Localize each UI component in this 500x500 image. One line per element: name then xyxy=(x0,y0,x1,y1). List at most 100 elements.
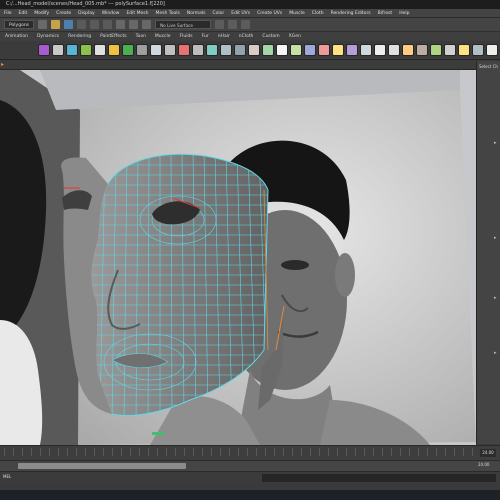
shelf-tab-custom[interactable]: Custom xyxy=(262,34,279,39)
menu-help[interactable]: Help xyxy=(399,11,409,16)
menu-edit[interactable]: Edit xyxy=(19,11,28,16)
channel-expand-icon[interactable]: ▸ xyxy=(494,296,498,301)
menu-color[interactable]: Color xyxy=(212,11,224,16)
range-end-field[interactable]: 24.00 xyxy=(478,462,489,467)
new-scene-icon[interactable] xyxy=(38,20,48,29)
shelf-tool-icon[interactable] xyxy=(108,44,120,56)
shelf-tab-nhair[interactable]: nHair xyxy=(218,34,230,39)
live-surface-field[interactable]: No Live Surface xyxy=(155,20,212,29)
shelf-tool-icon[interactable] xyxy=(276,44,288,56)
shelf-tool-icon[interactable] xyxy=(416,44,428,56)
shelf-tool-icon[interactable] xyxy=(374,44,386,56)
current-frame-field[interactable]: 24.00 xyxy=(480,449,496,457)
shelf-tab-ncloth[interactable]: nCloth xyxy=(239,34,254,39)
shelf-tool-icon[interactable] xyxy=(80,44,92,56)
command-line: MEL xyxy=(0,471,500,483)
menu-edit-mesh[interactable]: Edit Mesh xyxy=(126,11,148,16)
shelf-tool-icon[interactable] xyxy=(122,44,134,56)
panel-menu-icon[interactable]: ▸ xyxy=(1,62,7,68)
menu-bifrost[interactable]: Bifrost xyxy=(378,11,393,16)
menu-create-uvs[interactable]: Create UVs xyxy=(257,11,282,16)
select-by-component-icon[interactable] xyxy=(103,20,113,29)
shelf-tool-icon[interactable] xyxy=(66,44,78,56)
render-settings-icon[interactable] xyxy=(241,20,251,29)
shelf-tool-icon[interactable] xyxy=(192,44,204,56)
shelf-tool-icon[interactable] xyxy=(444,44,456,56)
menu-rendering-editors[interactable]: Rendering Editors xyxy=(331,11,371,16)
channel-expand-icon[interactable]: ▸ xyxy=(494,351,498,356)
shelf-tool-icon[interactable] xyxy=(290,44,302,56)
shelf-tool-icon[interactable] xyxy=(234,44,246,56)
shelf-tool-icon[interactable] xyxy=(38,44,50,56)
shelf-tool-icon[interactable] xyxy=(472,44,484,56)
shelf-tab-xgen[interactable]: XGen xyxy=(289,34,301,39)
select-by-object-icon[interactable] xyxy=(90,20,100,29)
shelf-tool-icon[interactable] xyxy=(458,44,470,56)
channel-expand-icon[interactable]: ▸ xyxy=(494,141,498,146)
shelf-tab-animation[interactable]: Animation xyxy=(5,34,28,39)
shelf-tool-icon[interactable] xyxy=(360,44,372,56)
menu-normals[interactable]: Normals xyxy=(187,11,206,16)
shelf-tool-icon[interactable] xyxy=(206,44,218,56)
shelf-tool-icon[interactable] xyxy=(262,44,274,56)
shelf-tab-muscle[interactable]: Muscle xyxy=(155,34,171,39)
menu-mesh-tools[interactable]: Mesh Tools xyxy=(155,11,179,16)
shelf-tab-fluids[interactable]: Fluids xyxy=(180,34,193,39)
shelf-icon-row xyxy=(0,41,500,60)
range-slider[interactable]: 24.00 xyxy=(0,460,500,471)
shelf-tool-icon[interactable] xyxy=(346,44,358,56)
command-result-field xyxy=(262,474,496,482)
shelf-tool-icon[interactable] xyxy=(94,44,106,56)
shelf-tool-icon[interactable] xyxy=(318,44,330,56)
shelf-tool-icon[interactable] xyxy=(248,44,260,56)
shelf-tool-icon[interactable] xyxy=(150,44,162,56)
menu-cloth[interactable]: Cloth xyxy=(312,11,324,16)
shelf-tool-icon[interactable] xyxy=(164,44,176,56)
channel-box: Select Ch ▸ ▸ ▸ ▸ xyxy=(476,61,500,444)
shelf-tab-rendering[interactable]: Rendering xyxy=(68,34,91,39)
open-scene-icon[interactable] xyxy=(51,20,61,29)
snap-to-point-icon[interactable] xyxy=(142,20,152,29)
save-scene-icon[interactable] xyxy=(64,20,74,29)
menu-modify[interactable]: Modify xyxy=(34,11,49,16)
window-title: C:/...Head_model/scenes/Head_005.mb* ---… xyxy=(6,1,165,7)
menu-window[interactable]: Window xyxy=(102,11,120,16)
menu-display[interactable]: Display xyxy=(78,11,95,16)
viewport-scene xyxy=(0,70,476,445)
window-title-bar: C:/...Head_model/scenes/Head_005.mb* ---… xyxy=(0,0,500,9)
menu-muscle[interactable]: Muscle xyxy=(289,11,305,16)
menu-create[interactable]: Create xyxy=(56,11,71,16)
shelf-tool-icon[interactable] xyxy=(304,44,316,56)
os-taskbar xyxy=(0,490,500,500)
shelf-tool-icon[interactable] xyxy=(332,44,344,56)
ipr-render-icon[interactable] xyxy=(228,20,238,29)
menu-edit-uvs[interactable]: Edit UVs xyxy=(231,11,250,16)
channel-box-title: Select Ch xyxy=(479,64,498,69)
menu-file[interactable]: File xyxy=(4,11,12,16)
shelf-tool-icon[interactable] xyxy=(220,44,232,56)
shelf-tool-icon[interactable] xyxy=(402,44,414,56)
shelf-tool-icon[interactable] xyxy=(178,44,190,56)
shelf-tab-painteffects[interactable]: PaintEffects xyxy=(100,34,126,39)
select-by-hierarchy-icon[interactable] xyxy=(77,20,87,29)
viewport-panel-bar: ▸ xyxy=(0,61,476,70)
main-menu-bar: File Edit Modify Create Display Window E… xyxy=(0,9,500,18)
range-slider-handle[interactable] xyxy=(18,463,186,469)
shelf-tab-bar: Animation Dynamics Rendering PaintEffect… xyxy=(0,32,500,41)
menu-set-dropdown[interactable]: Polygons xyxy=(4,20,35,29)
shelf-tool-icon[interactable] xyxy=(136,44,148,56)
snap-to-curve-icon[interactable] xyxy=(129,20,139,29)
shelf-tool-icon[interactable] xyxy=(388,44,400,56)
shelf-tool-icon[interactable] xyxy=(486,44,498,56)
snap-to-grid-icon[interactable] xyxy=(116,20,126,29)
render-current-frame-icon[interactable] xyxy=(215,20,225,29)
shelf-tool-icon[interactable] xyxy=(430,44,442,56)
shelf-tab-fur[interactable]: Fur xyxy=(202,34,209,39)
channel-expand-icon[interactable]: ▸ xyxy=(494,236,498,241)
shelf-tool-icon[interactable] xyxy=(52,44,64,56)
perspective-viewport[interactable] xyxy=(0,70,476,445)
time-slider[interactable]: 24.00 xyxy=(0,445,500,460)
shelf-tab-toon[interactable]: Toon xyxy=(136,34,146,39)
shelf-tab-dynamics[interactable]: Dynamics xyxy=(37,34,59,39)
command-line-label: MEL xyxy=(3,474,12,479)
